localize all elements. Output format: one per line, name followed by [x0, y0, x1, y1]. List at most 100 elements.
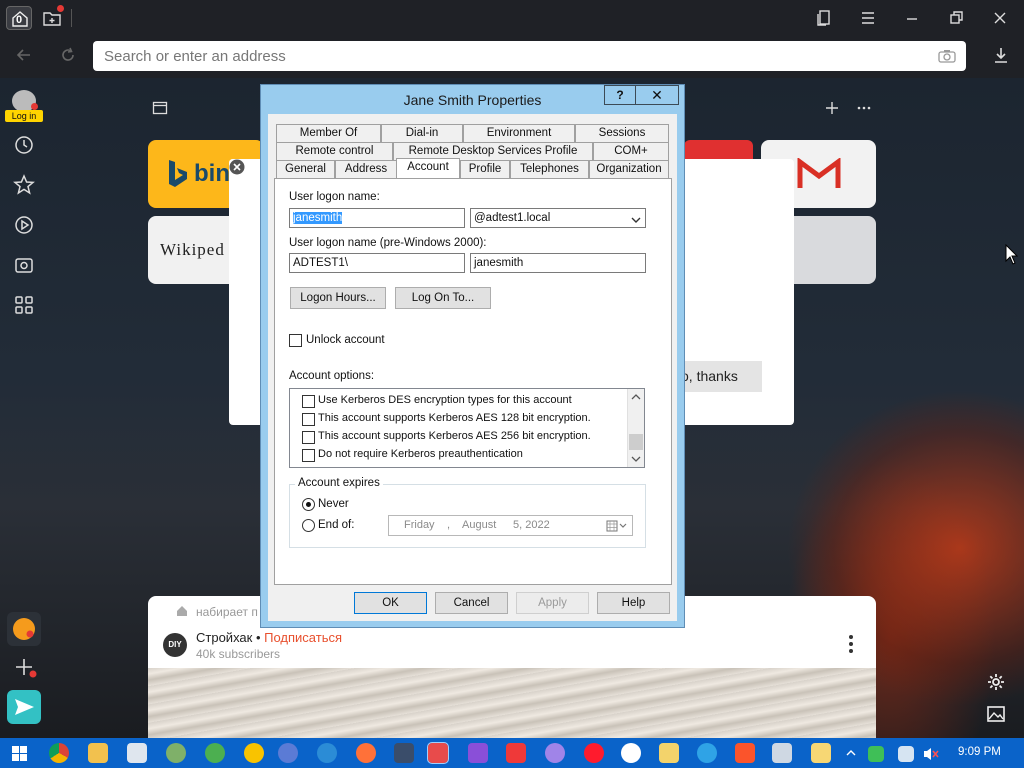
firefox-taskbar-icon[interactable] — [356, 743, 376, 763]
camera-icon[interactable] — [937, 47, 957, 68]
wallpaper-image-icon[interactable] — [986, 704, 1006, 727]
avatar-notification-dot — [31, 103, 38, 110]
expiry-date-picker[interactable]: Friday , August 5, 2022 — [388, 515, 633, 536]
speed-dial-partial-red[interactable] — [684, 140, 753, 160]
history-icon[interactable] — [12, 133, 36, 157]
notepad-taskbar-icon[interactable] — [127, 743, 147, 763]
opera-gx-taskbar-icon[interactable] — [545, 743, 565, 763]
tor-taskbar-icon[interactable] — [394, 743, 414, 763]
channel-logo[interactable]: DIY — [163, 633, 187, 657]
cancel-button[interactable]: Cancel — [435, 592, 508, 614]
brave-taskbar-icon[interactable] — [735, 743, 755, 763]
subscribe-link[interactable]: Подписаться — [264, 630, 342, 645]
sidebar-app-weather[interactable] — [7, 612, 41, 646]
option-checkbox[interactable] — [302, 413, 315, 426]
feed-more-icon[interactable] — [846, 634, 856, 657]
yandex-taskbar-icon[interactable] — [621, 743, 641, 763]
folder-taskbar-icon[interactable] — [659, 743, 679, 763]
dialog-help-button[interactable]: ? — [604, 85, 636, 105]
star-icon[interactable] — [12, 173, 36, 197]
download-icon[interactable] — [991, 45, 1011, 68]
ad-users-taskbar-icon[interactable] — [772, 743, 792, 763]
account-options-scrollbar[interactable] — [627, 389, 644, 467]
chrome-taskbar-icon[interactable] — [49, 743, 69, 763]
ok-button[interactable]: OK — [354, 592, 427, 614]
pre2000-user-input[interactable]: janesmith — [470, 253, 646, 273]
tab-dial-in[interactable]: Dial-in — [381, 124, 463, 142]
notes-taskbar-icon[interactable] — [811, 743, 831, 763]
volume-muted-icon[interactable] — [922, 746, 940, 762]
new-tab-button[interactable] — [38, 5, 64, 30]
promo-no-thanks-button[interactable]: o, thanks — [677, 361, 762, 392]
help-button[interactable]: Help — [597, 592, 670, 614]
option-checkbox[interactable] — [302, 431, 315, 444]
firefox-dev-taskbar-icon[interactable] — [317, 743, 337, 763]
back-button[interactable] — [12, 45, 36, 69]
vivaldi-taskbar-icon[interactable] — [506, 743, 526, 763]
chrome-canary-taskbar-icon[interactable] — [244, 743, 264, 763]
screenshot-icon[interactable] — [12, 253, 36, 277]
more-options-icon[interactable] — [856, 100, 872, 119]
user-logon-name-input[interactable]: janesmith — [289, 208, 465, 228]
firefox-nightly-taskbar-icon[interactable] — [278, 743, 298, 763]
promo-close-icon[interactable] — [229, 159, 245, 175]
account-options-list[interactable]: Use Kerberos DES encryption types for th… — [289, 388, 645, 468]
logon-hours-button[interactable]: Logon Hours... — [290, 287, 386, 309]
play-icon[interactable] — [12, 213, 36, 237]
vivaldi-active-taskbar-icon[interactable] — [427, 742, 449, 764]
tab-telephones[interactable]: Telephones — [510, 160, 589, 178]
tab-environment[interactable]: Environment — [463, 124, 575, 142]
scroll-up-icon[interactable] — [631, 393, 641, 401]
restore-button[interactable] — [943, 6, 969, 30]
network-tray-icon[interactable] — [898, 746, 914, 762]
tab-member-of[interactable]: Member Of — [276, 124, 381, 142]
close-window-button[interactable] — [987, 6, 1013, 30]
tab-sessions[interactable]: Sessions — [575, 124, 669, 142]
home-tab-button[interactable]: 0 — [6, 6, 32, 30]
tab-address[interactable]: Address — [335, 160, 397, 178]
log-on-to-button[interactable]: Log On To... — [395, 287, 491, 309]
tab-separator — [71, 9, 72, 27]
settings-gear-icon[interactable] — [986, 672, 1006, 695]
tab-profile[interactable]: Profile — [460, 160, 510, 178]
tray-chevron-up-icon[interactable] — [846, 749, 856, 757]
chrome-beta-taskbar-icon[interactable] — [166, 743, 186, 763]
never-radio[interactable] — [302, 498, 315, 511]
apply-button[interactable]: Apply — [516, 592, 589, 614]
feed-image[interactable] — [148, 668, 876, 738]
tab-organization[interactable]: Organization — [589, 160, 669, 178]
add-tile-icon[interactable] — [824, 100, 840, 119]
opera-taskbar-icon[interactable] — [584, 743, 604, 763]
chrome-dev-taskbar-icon[interactable] — [205, 743, 225, 763]
address-bar[interactable]: Search or enter an address — [93, 41, 966, 71]
menu-button[interactable] — [855, 6, 881, 30]
reload-button[interactable] — [56, 45, 80, 69]
dialog-close-button[interactable]: ✕ — [636, 85, 679, 105]
scroll-down-icon[interactable] — [631, 455, 641, 463]
upn-suffix-select[interactable]: @adtest1.local — [470, 208, 646, 228]
calendar-icon[interactable] — [606, 520, 628, 532]
option-checkbox[interactable] — [302, 395, 315, 408]
minimize-button[interactable] — [899, 6, 925, 30]
file-explorer-taskbar-icon[interactable] — [88, 743, 108, 763]
tab-stack-button[interactable] — [811, 6, 837, 30]
end-of-radio[interactable] — [302, 519, 315, 532]
unlock-account-checkbox[interactable] — [289, 334, 302, 347]
security-tray-icon[interactable] — [868, 746, 884, 762]
tab-account[interactable]: Account — [396, 158, 460, 178]
option-checkbox[interactable] — [302, 449, 315, 462]
sidebar-app-messenger[interactable] — [7, 690, 41, 724]
apps-grid-icon[interactable] — [12, 293, 36, 317]
tab-remote-control[interactable]: Remote control — [276, 142, 393, 160]
tab-general[interactable]: General — [276, 160, 335, 178]
taskbar-clock[interactable]: 9:09 PM — [958, 746, 1001, 758]
sidebar-add-button[interactable] — [7, 650, 41, 684]
windows-start-icon[interactable] — [12, 746, 27, 761]
edge-taskbar-icon[interactable] — [697, 743, 717, 763]
login-label[interactable]: Log in — [5, 110, 43, 122]
channel-name[interactable]: Стройхак — [196, 630, 252, 645]
scrollbar-thumb[interactable] — [629, 434, 643, 450]
tab-view-icon[interactable] — [152, 100, 168, 119]
brave-nightly-taskbar-icon[interactable] — [468, 743, 488, 763]
tab-com-plus[interactable]: COM+ — [593, 142, 669, 160]
